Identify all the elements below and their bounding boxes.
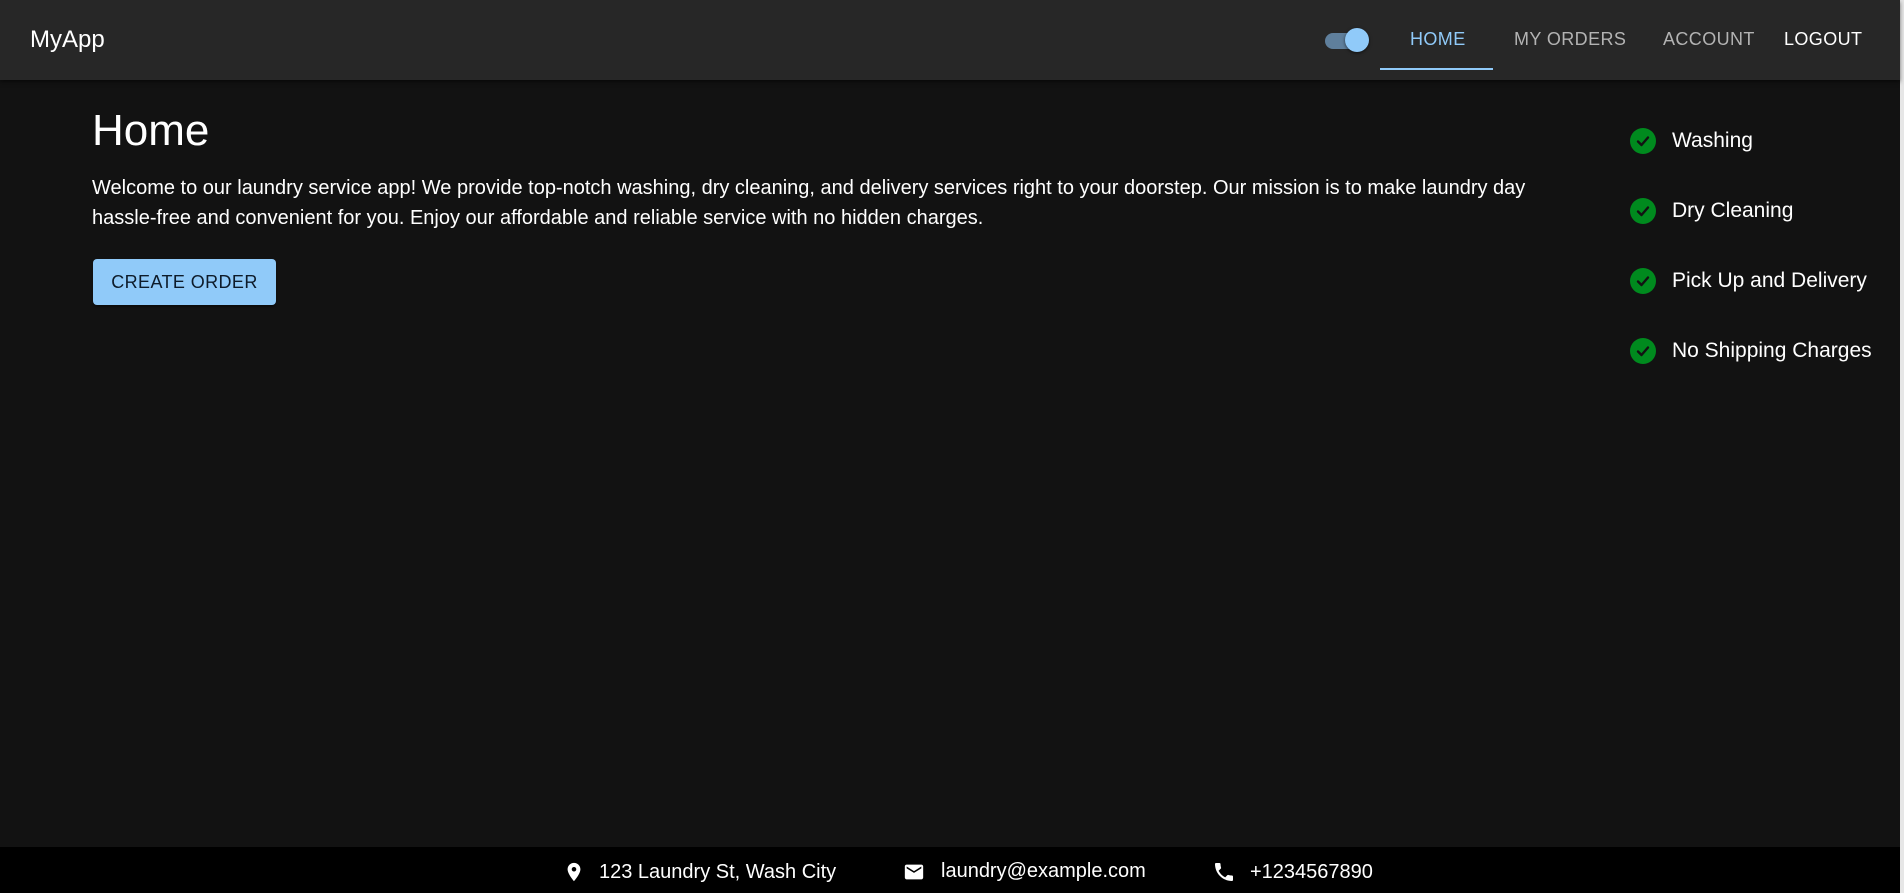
location-pin-icon [567, 862, 581, 882]
phone-text: +1234567890 [1250, 860, 1373, 883]
page-title: Home [92, 106, 210, 155]
tab-home[interactable]: HOME [1410, 28, 1466, 50]
check-circle-icon [1630, 128, 1656, 154]
app-title: MyApp [30, 26, 105, 53]
feature-label: Pick Up and Delivery [1672, 269, 1867, 292]
feature-label: Washing [1672, 129, 1753, 152]
feature-label: No Shipping Charges [1672, 339, 1872, 362]
address-text: 123 Laundry St, Wash City [599, 860, 837, 883]
check-circle-icon [1630, 268, 1656, 294]
app-window: MyApp HOME MY ORDERS ACCOUNT LOGOUT Home… [0, 0, 1904, 893]
logout-button[interactable]: LOGOUT [1784, 28, 1862, 50]
mail-icon [904, 864, 924, 879]
check-circle-icon [1630, 338, 1656, 364]
feature-item-washing: Washing [1630, 126, 1872, 156]
phone-icon [1215, 863, 1233, 881]
feature-label: Dry Cleaning [1672, 199, 1794, 222]
intro-text: Welcome to our laundry service app! We p… [92, 177, 1526, 229]
create-order-button[interactable]: CREATE ORDER [93, 259, 276, 305]
active-tab-indicator [1380, 68, 1493, 70]
feature-item-pickup-delivery: Pick Up and Delivery [1630, 266, 1872, 296]
feature-item-dry-cleaning: Dry Cleaning [1630, 196, 1872, 226]
feature-list: Washing Dry Cleaning Pick Up and Deliver… [1630, 126, 1872, 406]
check-circle-icon [1630, 198, 1656, 224]
feature-item-no-shipping: No Shipping Charges [1630, 336, 1872, 366]
tab-account[interactable]: ACCOUNT [1663, 28, 1755, 50]
email-text: laundry@example.com [941, 860, 1146, 882]
footer-phone: +1234567890 [1212, 860, 1373, 884]
theme-toggle[interactable] [1323, 28, 1371, 52]
footer-address: 123 Laundry St, Wash City [563, 860, 836, 884]
toggle-thumb [1345, 28, 1369, 52]
app-bar: MyApp HOME MY ORDERS ACCOUNT LOGOUT [0, 0, 1900, 80]
tab-my-orders[interactable]: MY ORDERS [1514, 28, 1626, 50]
footer-email: laundry@example.com [901, 860, 1146, 883]
